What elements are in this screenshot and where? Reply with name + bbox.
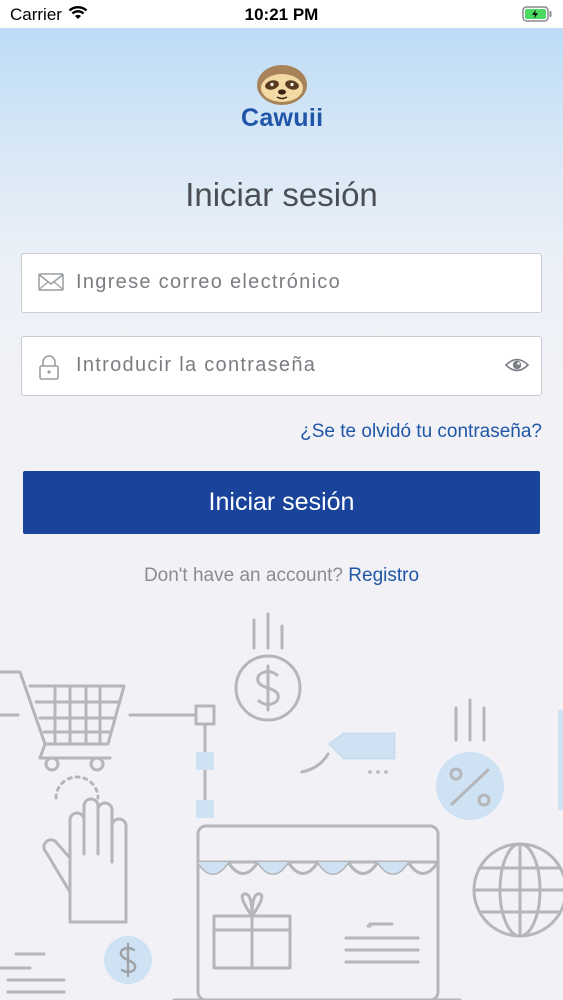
brand-logo: Cawuii bbox=[241, 64, 323, 132]
lock-icon bbox=[38, 355, 60, 386]
no-account-text: Don't have an account? bbox=[143, 565, 343, 586]
password-input[interactable] bbox=[76, 337, 496, 394]
forgot-password-link[interactable]: ¿Se te olvidó tu contraseña? bbox=[300, 421, 542, 443]
password-field[interactable] bbox=[21, 336, 542, 396]
globe-icon bbox=[472, 842, 563, 938]
register-link[interactable]: Registro bbox=[348, 565, 419, 586]
email-field[interactable] bbox=[21, 253, 542, 313]
login-button[interactable]: Iniciar sesión bbox=[23, 471, 540, 534]
envelope-icon bbox=[38, 272, 64, 297]
page-title: Iniciar sesión bbox=[185, 176, 378, 213]
dollar-coin-icon bbox=[234, 612, 302, 722]
shopping-cart-icon bbox=[0, 670, 198, 772]
signup-prompt: Don't have an account? Registro bbox=[0, 565, 563, 587]
ecommerce-illustration bbox=[0, 612, 563, 1000]
brand-name: Cawuii bbox=[241, 104, 324, 132]
battery-icon bbox=[522, 6, 552, 27]
sloth-icon bbox=[257, 65, 307, 105]
hand-cursor-icon bbox=[42, 775, 128, 924]
laptop-store-icon bbox=[172, 824, 462, 1000]
email-input[interactable] bbox=[76, 254, 496, 311]
status-bar: Carrier 10:21 PM bbox=[0, 0, 563, 28]
clock: 10:21 PM bbox=[244, 5, 319, 24]
eye-icon[interactable] bbox=[504, 355, 530, 380]
